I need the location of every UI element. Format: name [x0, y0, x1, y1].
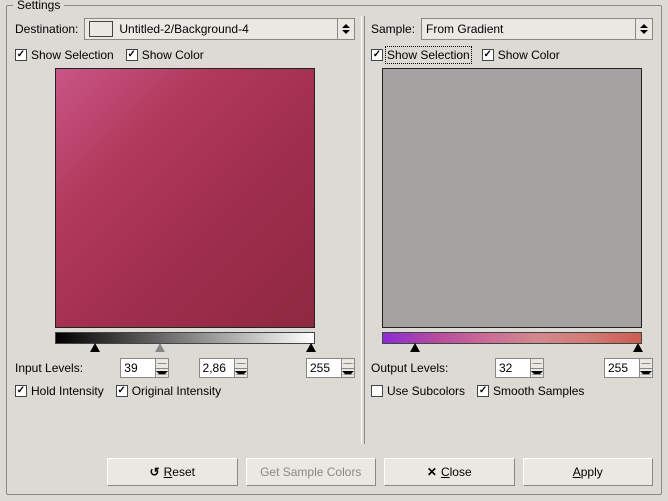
sample-ticks[interactable] — [382, 344, 642, 356]
sample-panel: Sample: From Gradient Show Selection S — [371, 16, 653, 444]
input-level-low-spinner[interactable] — [120, 358, 169, 378]
sample-dropdown-button[interactable] — [636, 19, 652, 39]
output-level-high-spinner[interactable] — [604, 358, 653, 378]
sample-select[interactable]: From Gradient — [421, 18, 653, 40]
panels: Destination: Untitled-2/Background-4 Sho… — [15, 16, 653, 444]
chevron-down-icon — [342, 30, 350, 34]
destination-dropdown-button[interactable] — [338, 19, 354, 39]
chevron-up-icon — [235, 363, 247, 364]
chevron-down-icon — [235, 371, 247, 375]
hold-intensity-checkbox[interactable]: Hold Intensity — [15, 384, 104, 398]
chevron-up-icon — [342, 363, 354, 364]
chevron-down-icon — [640, 30, 648, 34]
sample-preview — [382, 68, 642, 328]
get-sample-colors-button: Get Sample Colors — [246, 458, 377, 486]
sample-gradient-bar[interactable] — [382, 332, 642, 344]
close-button[interactable]: ✕ Close — [384, 458, 515, 486]
output-level-high-field[interactable] — [605, 359, 639, 377]
input-level-mid-spinner[interactable] — [199, 358, 248, 378]
output-levels-label: Output Levels: — [371, 361, 448, 375]
sample-selected-text: From Gradient — [426, 22, 503, 36]
sample-show-selection-checkbox[interactable]: Show Selection — [371, 48, 470, 62]
use-subcolors-checkbox[interactable]: Use Subcolors — [371, 384, 465, 398]
input-level-high-spinner[interactable] — [306, 358, 355, 378]
output-level-low-spinner[interactable] — [495, 358, 544, 378]
input-level-mid-field[interactable] — [200, 359, 234, 377]
tick-low[interactable] — [90, 343, 100, 352]
tick-low[interactable] — [410, 343, 420, 352]
destination-ticks[interactable] — [55, 344, 315, 356]
chevron-down-icon — [342, 371, 354, 375]
input-level-low-field[interactable] — [121, 359, 155, 377]
destination-label: Destination: — [15, 22, 78, 36]
destination-selected-text: Untitled-2/Background-4 — [119, 22, 248, 36]
chevron-up-icon — [531, 363, 543, 364]
tick-high[interactable] — [633, 343, 643, 352]
input-level-high-field[interactable] — [307, 359, 341, 377]
chevron-up-icon — [640, 363, 652, 364]
chevron-up-icon — [640, 24, 648, 28]
frame-title: Settings — [13, 0, 64, 12]
smooth-samples-checkbox[interactable]: Smooth Samples — [477, 384, 584, 398]
dest-show-color-checkbox[interactable]: Show Color — [126, 48, 204, 62]
button-row: ↺ Reset Get Sample Colors ✕ Close Apply — [15, 452, 653, 486]
reset-button[interactable]: ↺ Reset — [107, 458, 238, 486]
output-level-low-field[interactable] — [496, 359, 530, 377]
tick-high[interactable] — [306, 343, 316, 352]
sample-label: Sample: — [371, 22, 415, 36]
destination-preview — [55, 68, 315, 328]
destination-panel: Destination: Untitled-2/Background-4 Sho… — [15, 16, 355, 444]
chevron-up-icon — [342, 24, 350, 28]
input-levels-label: Input Levels: — [15, 361, 83, 375]
reset-icon: ↺ — [150, 465, 160, 479]
destination-select[interactable]: Untitled-2/Background-4 — [84, 18, 355, 40]
tick-mid[interactable] — [155, 343, 165, 352]
panel-separator — [361, 16, 365, 444]
chevron-down-icon — [640, 371, 652, 375]
destination-thumb — [89, 21, 113, 37]
close-icon: ✕ — [427, 465, 437, 479]
original-intensity-checkbox[interactable]: Original Intensity — [116, 384, 221, 398]
apply-button[interactable]: Apply — [523, 458, 654, 486]
chevron-down-icon — [156, 371, 168, 375]
chevron-down-icon — [531, 371, 543, 375]
chevron-up-icon — [156, 363, 168, 364]
dest-show-selection-checkbox[interactable]: Show Selection — [15, 48, 114, 62]
sample-show-color-checkbox[interactable]: Show Color — [482, 48, 560, 62]
settings-frame: Settings Destination: Untitled-2/Backgro… — [6, 5, 662, 495]
